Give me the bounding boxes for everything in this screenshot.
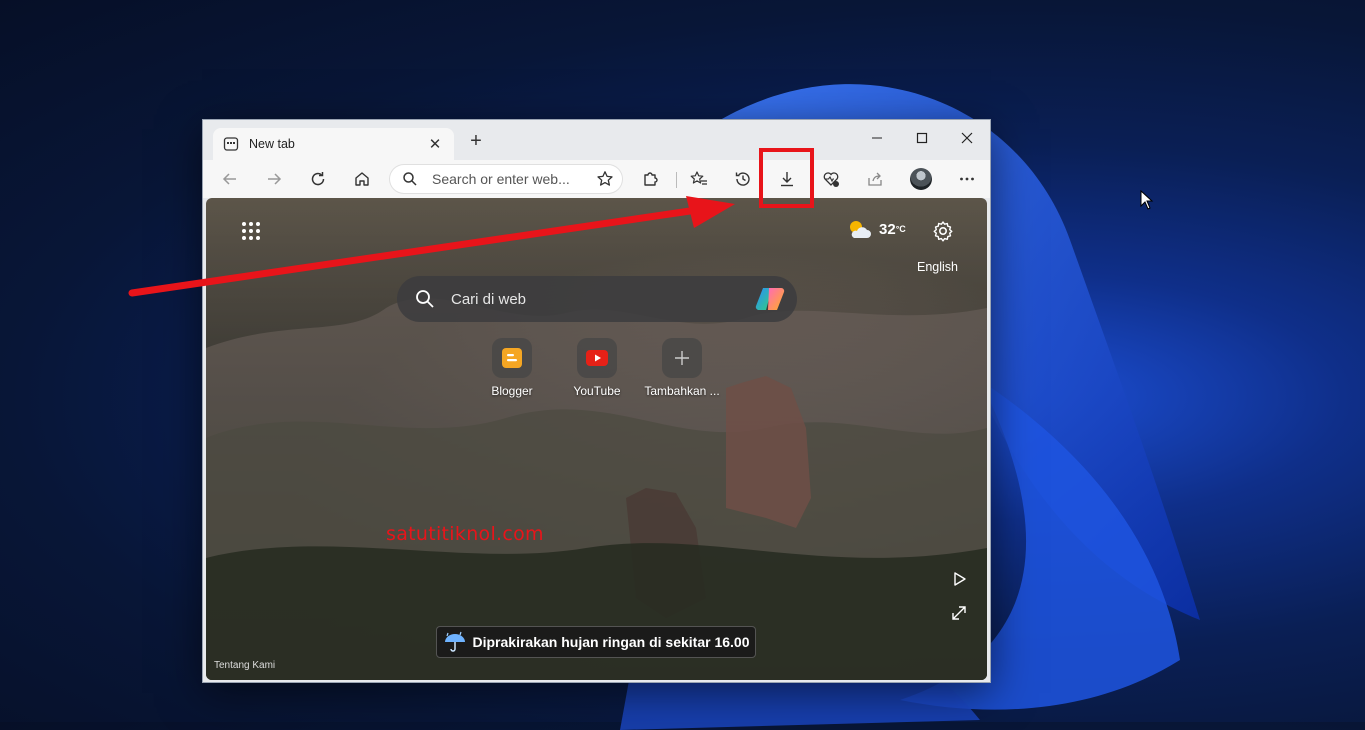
apps-grid-icon[interactable]	[240, 220, 262, 242]
tab-new-tab[interactable]: New tab ✕	[213, 128, 454, 160]
tile-label: YouTube	[573, 384, 621, 398]
close-icon	[961, 132, 973, 144]
language-label[interactable]: English	[917, 260, 958, 274]
star-icon[interactable]	[596, 170, 614, 188]
new-tab-page: 32°C English Blogger	[206, 198, 987, 680]
umbrella-rain-icon	[444, 631, 465, 652]
about-link[interactable]: Tentang Kami	[214, 660, 275, 671]
address-bar[interactable]	[390, 165, 622, 193]
quick-link-add[interactable]: Tambahkan ...	[637, 338, 727, 398]
profile-button[interactable]	[907, 165, 935, 193]
quick-link-youtube[interactable]: YouTube	[552, 338, 642, 398]
avatar	[910, 168, 932, 190]
puzzle-icon	[644, 172, 658, 186]
refresh-button[interactable]	[304, 165, 332, 193]
maximize-button[interactable]	[900, 124, 944, 152]
title-bar: New tab ✕ +	[203, 120, 990, 160]
copilot-icon[interactable]	[755, 285, 785, 313]
tab-title: New tab	[249, 137, 295, 151]
web-search-box[interactable]	[397, 276, 797, 322]
tab-favicon-icon	[223, 137, 239, 151]
browser-window: New tab ✕ + Search or enter web... 32 °C…	[202, 119, 991, 683]
minimize-button[interactable]	[855, 124, 899, 152]
downloads-button[interactable]	[773, 165, 801, 193]
gear-icon[interactable]	[932, 220, 954, 242]
weather-temperature: 32	[879, 220, 896, 238]
expand-icon[interactable]	[950, 604, 968, 622]
new-tab-button[interactable]: +	[465, 130, 487, 152]
favorites-button[interactable]	[685, 165, 713, 193]
tab-close-icon[interactable]: ✕	[426, 135, 444, 153]
tile-label: Tambahkan ...	[644, 384, 720, 398]
refresh-icon	[311, 172, 325, 186]
arrow-right-icon	[268, 173, 282, 185]
tile-label: Blogger	[491, 384, 533, 398]
back-button[interactable]	[216, 165, 244, 193]
heart-pulse-icon	[823, 172, 839, 187]
favorites-icon	[690, 171, 707, 185]
tile-icon-blogger	[492, 338, 532, 378]
more-dots-icon	[960, 177, 974, 181]
close-window-button[interactable]	[945, 124, 989, 152]
arrow-left-icon	[222, 173, 236, 185]
history-button[interactable]	[729, 165, 757, 193]
forward-button[interactable]	[260, 165, 288, 193]
watermark-text: satutitiknol.com	[386, 523, 544, 545]
web-search-input[interactable]	[449, 289, 755, 309]
plus-icon	[675, 351, 689, 365]
tile-icon-add	[662, 338, 702, 378]
play-icon[interactable]	[950, 570, 968, 588]
background-landscape	[206, 298, 987, 680]
address-input[interactable]	[430, 170, 596, 188]
download-icon	[781, 172, 793, 187]
search-icon	[403, 172, 417, 186]
partly-cloudy-icon	[850, 221, 871, 238]
weather-widget[interactable]: 32 °C	[846, 218, 906, 240]
home-icon	[355, 172, 369, 186]
toolbar-separator	[676, 172, 677, 188]
weather-forecast-banner[interactable]: Diprakirakan hujan ringan di sekitar 16.…	[436, 626, 756, 658]
toolbar	[203, 160, 990, 198]
search-icon	[416, 290, 434, 308]
weather-unit: °C	[895, 224, 906, 234]
quick-link-blogger[interactable]: Blogger	[467, 338, 557, 398]
mouse-cursor-icon	[1140, 190, 1154, 210]
maximize-icon	[916, 132, 928, 144]
share-button[interactable]	[861, 165, 889, 193]
history-icon	[735, 172, 750, 186]
extensions-button[interactable]	[636, 165, 664, 193]
tile-icon-youtube	[577, 338, 617, 378]
share-icon	[868, 172, 882, 186]
youtube-icon	[586, 350, 608, 366]
more-menu-button[interactable]	[953, 165, 981, 193]
browser-essentials-button[interactable]	[817, 165, 845, 193]
blogger-icon	[502, 348, 522, 368]
minimize-icon	[872, 137, 882, 139]
weather-banner-text: Diprakirakan hujan ringan di sekitar 16.…	[472, 634, 750, 650]
home-button[interactable]	[348, 165, 376, 193]
